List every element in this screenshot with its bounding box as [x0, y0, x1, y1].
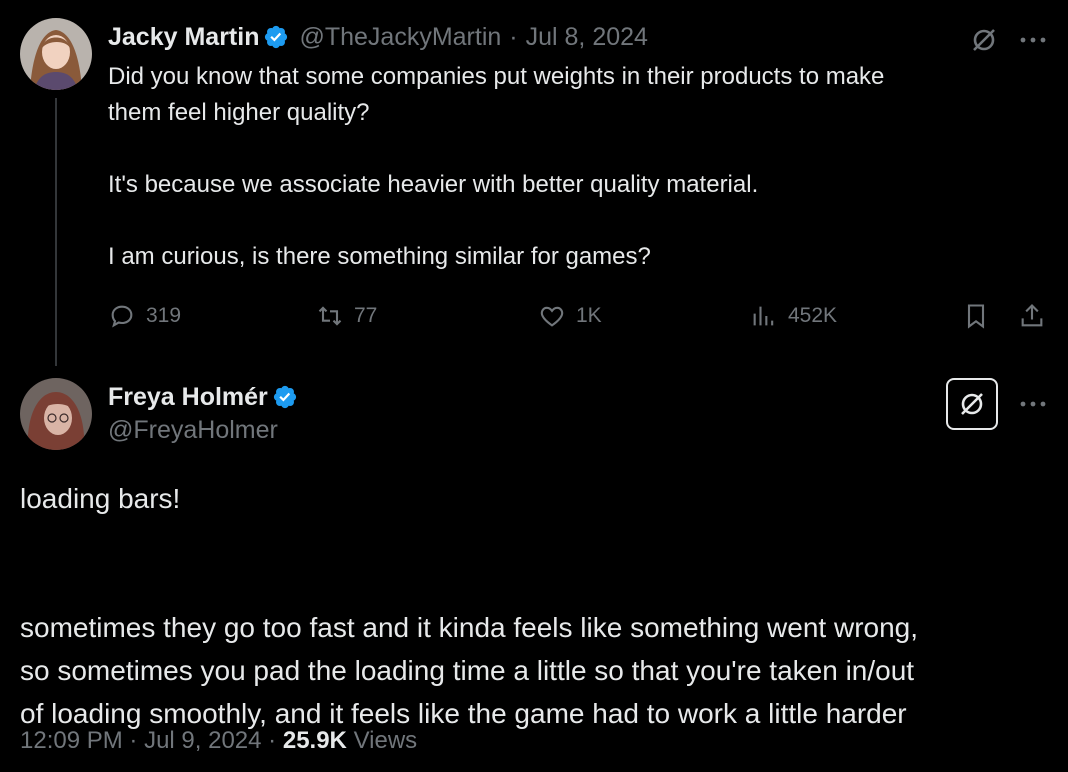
share-icon: [1021, 304, 1043, 327]
separator-dot: ·: [509, 22, 518, 51]
avatar-jacky[interactable]: [20, 18, 92, 90]
more-icon: [1020, 37, 1046, 43]
parent-tweet-text: Did you know that some companies put wei…: [108, 63, 885, 270]
parent-header: Jacky Martin @TheJackyMartin · Jul 8, 20…: [108, 20, 648, 54]
main-author-block: Freya Holmér @FreyaHolmer: [108, 380, 298, 445]
tweet-date[interactable]: Jul 8, 2024: [526, 23, 648, 52]
thread-line: [55, 98, 57, 366]
views-count: 452K: [788, 304, 838, 327]
grok-button[interactable]: [946, 378, 998, 430]
separator-dot: ·: [268, 727, 277, 754]
like-count: 1K: [576, 304, 602, 327]
more-button[interactable]: [1018, 28, 1048, 52]
grok-button[interactable]: [968, 24, 1000, 56]
grok-icon: [973, 29, 995, 51]
author-name[interactable]: Freya Holmér: [108, 383, 268, 412]
views-label: Views: [353, 727, 418, 754]
tweet-time[interactable]: 12:09 PM: [20, 727, 123, 754]
share-button[interactable]: [1018, 302, 1046, 330]
more-icon: [1020, 401, 1046, 407]
verified-badge-icon: [273, 385, 296, 409]
tweet-date[interactable]: Jul 9, 2024: [144, 727, 261, 754]
grok-icon: [961, 393, 983, 415]
author-name[interactable]: Jacky Martin: [108, 23, 259, 52]
separator-dot: ·: [129, 727, 138, 754]
like-button[interactable]: 1K: [538, 302, 602, 330]
bookmark-button[interactable]: [962, 302, 990, 330]
main-tweet-text: loading bars! sometimes they go too fast…: [20, 483, 919, 729]
reply-button[interactable]: 319: [108, 302, 181, 330]
repost-count: 77: [354, 304, 378, 327]
more-button[interactable]: [1018, 392, 1048, 416]
author-handle[interactable]: @TheJackyMartin: [299, 23, 501, 52]
avatar-freya[interactable]: [20, 378, 92, 450]
author-handle[interactable]: @FreyaHolmer: [108, 416, 298, 445]
reply-icon: [111, 305, 133, 328]
views-button[interactable]: 452K: [750, 302, 837, 330]
tweet-meta: 12:09 PM · Jul 9, 2024 · 25.9K Views: [20, 727, 417, 755]
bookmark-icon: [967, 304, 985, 329]
reply-count: 319: [146, 304, 182, 327]
view-count: 25.9K: [282, 727, 347, 754]
parent-action-bar: 319 77 1K 452K: [108, 300, 1050, 336]
repost-button[interactable]: 77: [316, 302, 377, 330]
views-icon: [753, 306, 774, 326]
verified-badge-icon: [265, 25, 288, 49]
like-icon: [540, 306, 564, 327]
repost-icon: [318, 306, 342, 326]
